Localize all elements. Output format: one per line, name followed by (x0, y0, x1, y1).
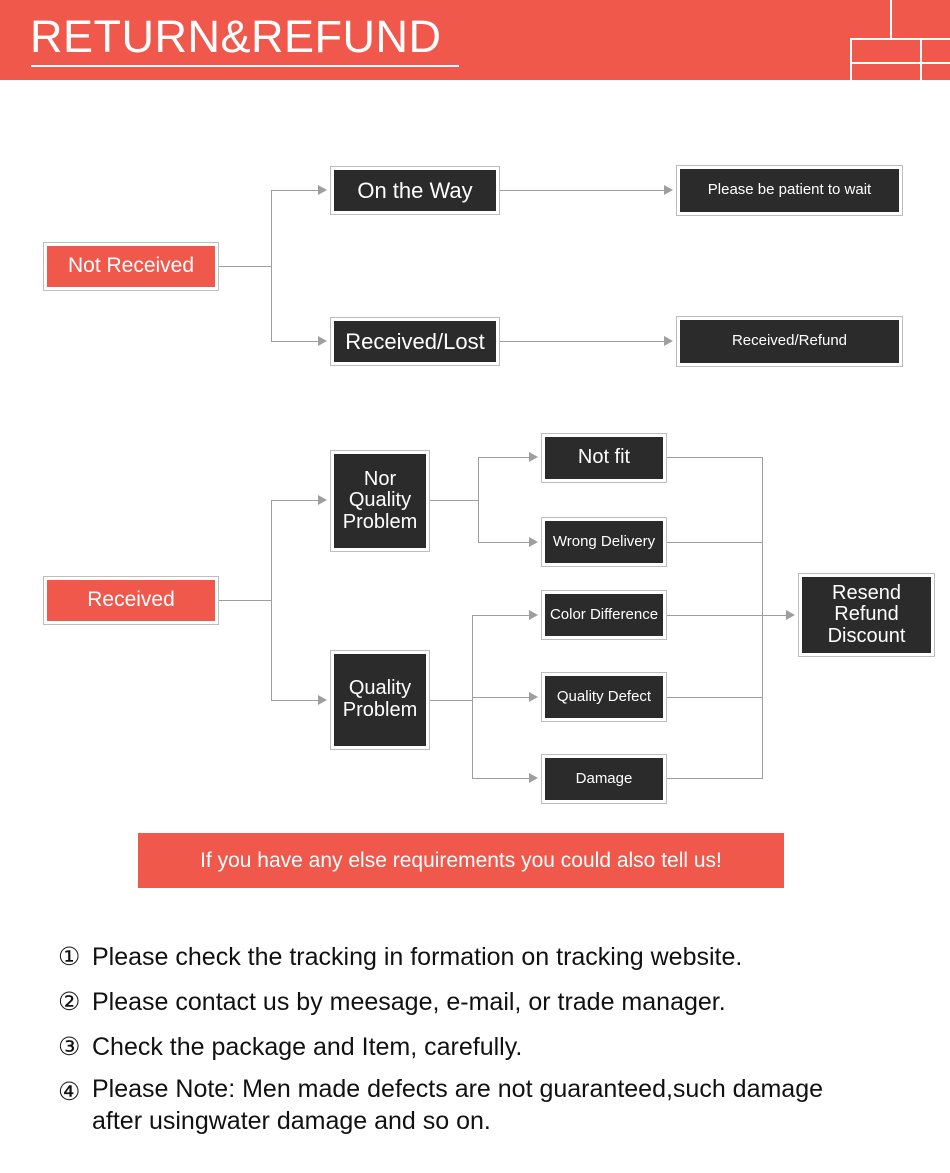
connector-on-the-way-to-wait (500, 190, 664, 191)
connector-received-trunk (219, 600, 271, 601)
note-number: ③ (58, 1033, 81, 1061)
arrow-to-quality-problem (318, 695, 327, 705)
note-number: ② (58, 988, 81, 1016)
node-not-fit-label: Not fit (545, 437, 663, 479)
connector-to-received-lost (271, 341, 318, 342)
node-quality-defect-label: Quality Defect (545, 676, 663, 718)
arrow-to-color-difference (529, 610, 538, 620)
connector-received-lost-to-refund (500, 341, 664, 342)
connector-to-wrong-delivery (478, 542, 529, 543)
connector-to-quality-defect (472, 697, 529, 698)
page-title: RETURN&REFUND (30, 11, 442, 62)
title-underline (31, 65, 459, 67)
arrow-to-please-wait (664, 185, 673, 195)
connector-to-not-fit (478, 457, 529, 458)
node-received-label: Received (47, 580, 215, 621)
arrow-to-received-refund (664, 336, 673, 346)
node-resend-refund-discount[interactable]: Resend Refund Discount (798, 573, 935, 657)
connector-nor-quality-out (430, 500, 478, 501)
list-item: ② Please contact us by meesage, e-mail, … (58, 983, 938, 1022)
node-wrong-delivery[interactable]: Wrong Delivery (541, 517, 667, 567)
node-please-be-patient[interactable]: Please be patient to wait (676, 165, 903, 216)
node-damage[interactable]: Damage (541, 754, 667, 804)
header-decoration-vertical-line-2 (850, 38, 852, 80)
connector-to-damage (472, 778, 529, 779)
connector-nor-quality-spine (478, 457, 479, 542)
note-text: Please check the tracking in formation o… (92, 943, 743, 971)
node-not-received[interactable]: Not Received (43, 242, 219, 291)
connector-color-difference-to-resolution (667, 615, 786, 616)
node-nor-quality-problem[interactable]: Nor Quality Problem (330, 450, 430, 552)
arrow-to-resend-refund-discount (786, 610, 795, 620)
notice-bar: If you have any else requirements you co… (138, 833, 784, 888)
node-on-the-way[interactable]: On the Way (330, 166, 500, 215)
connector-to-nor-quality-problem (271, 500, 318, 501)
node-received[interactable]: Received (43, 576, 219, 625)
connector-to-color-difference (472, 615, 529, 616)
arrow-to-received-lost (318, 336, 327, 346)
node-color-difference-label: Color Difference (545, 594, 663, 636)
node-quality-defect[interactable]: Quality Defect (541, 672, 667, 722)
connector-merge-spine (762, 457, 763, 779)
node-color-difference[interactable]: Color Difference (541, 590, 667, 640)
connector-not-fit-out (667, 457, 762, 458)
note-text: Please Note: Men made defects are not gu… (92, 1075, 824, 1135)
node-on-the-way-label: On the Way (334, 170, 496, 211)
connector-quality-defect-out (667, 697, 762, 698)
note-number: ④ (58, 1078, 81, 1106)
node-received-refund[interactable]: Received/Refund (676, 316, 903, 367)
note-text: Please contact us by meesage, e-mail, or… (92, 988, 726, 1016)
arrow-to-on-the-way (318, 185, 327, 195)
arrow-to-wrong-delivery (529, 537, 538, 547)
notice-bar-text: If you have any else requirements you co… (200, 848, 722, 872)
note-number: ① (58, 943, 81, 971)
node-not-fit[interactable]: Not fit (541, 433, 667, 483)
connector-to-on-the-way (271, 190, 318, 191)
node-nor-quality-problem-label: Nor Quality Problem (334, 454, 426, 548)
node-please-be-patient-label: Please be patient to wait (680, 169, 899, 212)
arrow-to-nor-quality-problem (318, 495, 327, 505)
connector-received-spine (271, 500, 272, 700)
arrow-to-damage (529, 773, 538, 783)
list-item: ① Please check the tracking in formation… (58, 938, 938, 977)
notes-list: ① Please check the tracking in formation… (58, 938, 938, 1143)
node-quality-problem[interactable]: Quality Problem (330, 650, 430, 750)
node-not-received-label: Not Received (47, 246, 215, 287)
connector-wrong-delivery-out (667, 542, 762, 543)
list-item: ④ Please Note: Men made defects are not … (58, 1073, 938, 1137)
node-damage-label: Damage (545, 758, 663, 800)
node-received-lost[interactable]: Received/Lost (330, 317, 500, 366)
header-decoration-horizontal-line-2 (850, 62, 950, 64)
node-received-refund-label: Received/Refund (680, 320, 899, 363)
header-decoration-vertical-line-3 (920, 38, 922, 80)
note-text: Check the package and Item, carefully. (92, 1033, 523, 1061)
connector-not-received-trunk (219, 266, 271, 267)
node-wrong-delivery-label: Wrong Delivery (545, 521, 663, 563)
connector-damage-out (667, 778, 762, 779)
header-decoration-vertical-line-1 (890, 0, 892, 38)
connector-quality-out (430, 700, 472, 701)
header-banner: RETURN&REFUND (0, 0, 950, 80)
node-resend-refund-discount-label: Resend Refund Discount (802, 577, 931, 653)
header-decoration-horizontal-line-1 (850, 38, 950, 40)
arrow-to-not-fit (529, 452, 538, 462)
connector-to-quality-problem (271, 700, 318, 701)
node-received-lost-label: Received/Lost (334, 321, 496, 362)
connector-not-received-spine (271, 190, 272, 342)
node-quality-problem-label: Quality Problem (334, 654, 426, 746)
arrow-to-quality-defect (529, 692, 538, 702)
list-item: ③ Check the package and Item, carefully. (58, 1028, 938, 1067)
